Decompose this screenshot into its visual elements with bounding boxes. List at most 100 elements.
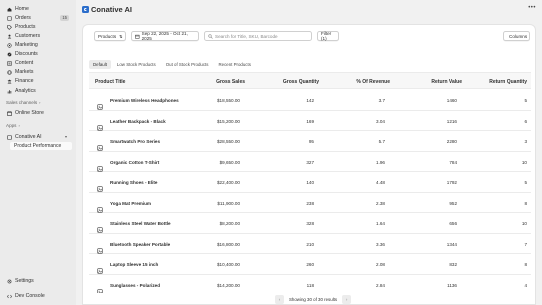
table-cell: 1216 [446, 118, 457, 124]
sidebar-item-online-store[interactable]: Online Store [3, 109, 71, 117]
column-header-gross-sales[interactable]: Gross Sales [216, 79, 245, 85]
table-cell: 7 [524, 241, 527, 247]
table-row[interactable]: Premium Wireless Headphones $18,550.00 142… [89, 90, 531, 111]
orders-count-badge: 15 [60, 15, 69, 21]
sidebar-item-marketing[interactable]: Marketing [3, 41, 71, 49]
column-header-gross-quantity[interactable]: Gross Quantity [283, 79, 319, 85]
sidebar-item-label: Marketing [15, 42, 38, 48]
column-header-return-value[interactable]: Return Value [431, 79, 462, 85]
product-table: Product Title Gross Sales Gross Quantity % … [89, 72, 531, 293]
column-header-return-quantity[interactable]: Return Quantity [489, 79, 527, 85]
product-title-cell[interactable]: Stainless Steel Water Bottle [110, 221, 171, 226]
table-row[interactable]: Running Shoes - Elite $22,400.00 140 4.48 17… [89, 172, 531, 193]
sidebar-item-products[interactable]: Products [3, 23, 71, 31]
main-panel: Conative AI ••• Products ⇅ Sep 22, 2025 -… [76, 0, 542, 305]
table-cell: 952 [449, 200, 457, 206]
table-row[interactable]: Smartwatch Pro Series $28,550.00 95 5.7 2280… [89, 131, 531, 152]
orders-icon [7, 15, 12, 21]
table-cell: 1460 [446, 98, 457, 103]
sidebar-item-discounts[interactable]: Discounts [3, 50, 71, 58]
table-cell: 2.84 [376, 282, 385, 288]
product-title-cell[interactable]: Bluetooth Speaker Portable [110, 242, 170, 247]
tab-default[interactable]: Default [89, 60, 111, 69]
globe-icon [7, 69, 12, 75]
table-cell: 1792 [446, 180, 457, 185]
product-title-cell[interactable]: Organic Cotton T-Shirt [110, 160, 159, 165]
sidebar-item-finance[interactable]: Finance [3, 77, 71, 85]
tab-out-of-stock-products[interactable]: Out of Stock Products [162, 60, 213, 69]
sidebar-item-content[interactable]: Content [3, 59, 71, 67]
table-cell: 1344 [446, 241, 457, 247]
sidebar: Home Orders 15 Products Customers Marketing Di… [0, 0, 74, 305]
table-row[interactable]: Stainless Steel Water Bottle $8,200.00 328… [89, 213, 531, 234]
table-cell: 2.08 [376, 262, 385, 267]
table-cell: $9,650.00 [219, 159, 240, 165]
table-row[interactable]: Bluetooth Speaker Portable $16,800.00 210 3… [89, 234, 531, 254]
tab-low-stock-products[interactable]: Low Stock Products [113, 60, 160, 69]
table-row[interactable]: Laptop Sleeve 15 inch $10,400.00 260 2.08 83… [89, 254, 531, 275]
product-title-cell[interactable]: Laptop Sleeve 15 inch [110, 262, 158, 267]
table-cell: 2.38 [376, 200, 385, 206]
sidebar-item-customers[interactable]: Customers [3, 32, 71, 40]
next-page-button[interactable]: › [342, 295, 352, 304]
sidebar-item-settings[interactable]: Settings [3, 277, 71, 285]
app-header: Conative AI ••• [76, 0, 542, 22]
table-cell: $11,900.00 [217, 200, 240, 206]
table-cell: 8 [524, 200, 527, 206]
sidebar-item-label: Content [15, 60, 34, 66]
table-row[interactable]: Organic Cotton T-Shirt $9,650.00 327 1.96 78… [89, 152, 531, 172]
store-icon [7, 110, 12, 116]
product-title-cell[interactable]: Running Shoes - Elite [110, 180, 157, 185]
table-row[interactable]: Sunglasses - Polarized $14,200.00 118 2.84 1… [89, 275, 531, 293]
product-title-cell[interactable]: Sunglasses - Polarized [110, 283, 160, 288]
table-cell: 656 [449, 221, 457, 226]
code-icon [7, 294, 12, 299]
sidebar-item-product-performance[interactable]: Product Performance [10, 142, 72, 150]
column-header-of-revenue[interactable]: % Of Revenue [356, 79, 390, 85]
table-cell: 3 [524, 139, 527, 144]
product-title-cell[interactable]: Leather Backpack - Black [110, 119, 166, 124]
table-cell: 210 [306, 241, 314, 247]
table-cell: 784 [449, 159, 457, 165]
table-cell: 832 [449, 262, 457, 267]
product-title-cell[interactable]: Yoga Mat Premium [110, 201, 151, 206]
chevron-right-icon: › [18, 123, 20, 128]
product-image-placeholder-icon [97, 97, 103, 110]
table-cell: 6 [524, 118, 527, 124]
home-icon [7, 7, 12, 12]
search-input[interactable]: Search for Title, SKU, Barcode [204, 31, 312, 41]
sidebar-item-label: Orders [15, 15, 31, 21]
table-cell: 2280 [446, 139, 457, 144]
tab-recent-products[interactable]: Recent Products [214, 60, 254, 69]
sidebar-item-home[interactable]: Home [3, 5, 71, 13]
sidebar-item-conative-ai[interactable]: Conative AI ▾ [3, 133, 71, 141]
sidebar-item-dev-console[interactable]: Dev Console [3, 292, 71, 300]
apps-label[interactable]: Apps › [6, 123, 20, 128]
sidebar-item-markets[interactable]: Markets [3, 68, 71, 76]
table-row[interactable]: Leather Backpack - Black $15,200.00 169 3.0… [89, 111, 531, 131]
previous-page-button[interactable]: ‹ [275, 295, 284, 304]
table-cell: 142 [306, 98, 314, 103]
sidebar-item-orders[interactable]: Orders 15 [3, 14, 71, 22]
sales-channels-label[interactable]: Sales channels › [6, 100, 41, 105]
table-row[interactable]: Yoga Mat Premium $11,900.00 238 2.38 952 8 [89, 193, 531, 213]
table-cell: 8 [524, 262, 527, 267]
sidebar-item-label: Customers [15, 33, 41, 39]
date-range-picker[interactable]: Sep 22, 2025 - Oct 21, 2025 [131, 31, 199, 41]
sidebar-item-analytics[interactable]: Analytics [3, 87, 71, 95]
column-header-product-title[interactable]: Product Title [95, 79, 125, 85]
product-image-placeholder-icon [97, 118, 103, 131]
pagination: ‹ Showing 30 of 30 results › [275, 295, 352, 304]
product-title-cell[interactable]: Premium Wireless Headphones [110, 98, 179, 103]
table-cell: 3.7 [378, 98, 385, 103]
table-cell: 169 [306, 118, 314, 124]
product-title-cell[interactable]: Smartwatch Pro Series [110, 139, 160, 144]
more-actions-button[interactable]: ••• [528, 5, 536, 11]
products-dropdown[interactable]: Products ⇅ [94, 31, 126, 41]
sidebar-item-label: Home [15, 6, 29, 12]
columns-button[interactable]: Columns [503, 31, 530, 41]
filter-button[interactable]: Filter (1) [317, 31, 339, 41]
table-cell: 238 [306, 200, 314, 206]
sidebar-item-label: Finance [15, 78, 34, 84]
product-image-placeholder-icon [97, 138, 103, 151]
